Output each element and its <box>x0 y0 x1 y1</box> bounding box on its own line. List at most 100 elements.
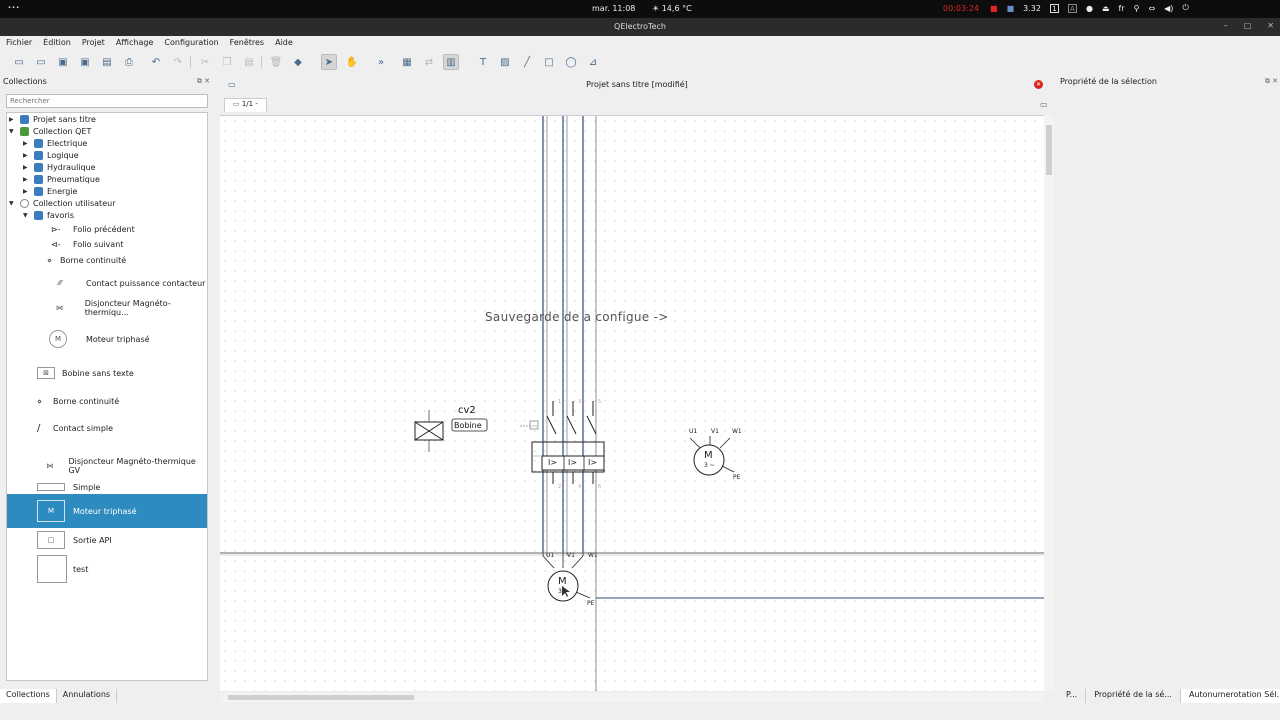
maximize-icon[interactable]: □ <box>1244 21 1252 30</box>
collection-search-input[interactable] <box>6 94 208 108</box>
vertical-scrollbar[interactable] <box>1044 115 1054 691</box>
collection-item-simple[interactable]: Simple <box>7 481 207 493</box>
paste-icon[interactable]: ▤ <box>241 54 257 70</box>
tab-propriete-selection[interactable]: Propriété de la sé... <box>1086 689 1181 703</box>
select-tool-icon[interactable]: ➤ <box>321 54 337 70</box>
collection-item-disjoncteur[interactable]: ⋈ Disjoncteur Magnéto-thermiqu... <box>7 297 207 319</box>
export-icon[interactable]: ▤ <box>99 54 115 70</box>
tree-item-energie[interactable]: ▶ Energie <box>7 185 207 197</box>
line-tool-icon[interactable]: ╱ <box>519 54 535 70</box>
weather-indicator[interactable]: ☀ 14,6 °C <box>652 4 692 13</box>
open-project-icon[interactable]: ▭ <box>33 54 49 70</box>
collection-item-moteur-selected[interactable]: M Moteur triphasé <box>7 494 207 528</box>
ellipse-tool-icon[interactable]: ◯ <box>563 54 579 70</box>
menu-configuration[interactable]: Configuration <box>164 36 223 50</box>
conductor-icon[interactable]: ⇄ <box>421 54 437 70</box>
close-icon[interactable]: ✕ <box>1267 21 1274 30</box>
zoom-fit-icon[interactable]: ▦ <box>399 54 415 70</box>
hand-tool-icon[interactable]: ✋ <box>344 54 360 70</box>
right-panel-tabs: P... Propriété de la sé... Autonumerotat… <box>1058 689 1280 703</box>
tree-item-pneumatique[interactable]: ▶ Pneumatique <box>7 173 207 185</box>
drop-icon[interactable]: ● <box>1086 4 1093 13</box>
coil-tag[interactable]: Bobine <box>454 421 482 430</box>
main-toolbar: ▭ ▭ ▣ ▣ ▤ ⎙ ↶ ↷ ✂ ❐ ▤ 🗑 ◆ ➤ ✋ » ▦ ⇄ ▥ T … <box>0 51 1280 73</box>
test-icon <box>37 555 67 583</box>
svg-text:2: 2 <box>558 484 561 490</box>
collection-item-borne-continuite[interactable]: ⋄ Borne continuité <box>7 253 207 267</box>
tree-item-hydraulique[interactable]: ▶ Hydraulique <box>7 161 207 173</box>
tree-item-collection-qet[interactable]: ▼ Collection QET <box>7 125 207 137</box>
tab-p[interactable]: P... <box>1058 689 1087 703</box>
breaker-symbol[interactable]: 1 3 5 2 4 6 <box>520 399 605 490</box>
new-project-icon[interactable]: ▭ <box>11 54 27 70</box>
left-panel-tabs: Collections Annulations <box>0 689 214 703</box>
redo-icon[interactable]: ↷ <box>170 54 186 70</box>
collection-item-bobine[interactable]: ⊠ Bobine sans texte <box>7 365 207 381</box>
diagram-note[interactable]: Sauvegarde de a configue -> <box>485 310 669 324</box>
workspace-a-icon[interactable]: A <box>1067 3 1077 13</box>
tab-annulations[interactable]: Annulations <box>57 689 118 703</box>
grid-toggle-icon[interactable]: ▥ <box>443 54 459 70</box>
eject-icon[interactable]: ⏏ <box>1102 4 1110 13</box>
location-icon[interactable]: ⚲ <box>1134 4 1140 13</box>
language-indicator[interactable]: fr <box>1118 4 1124 13</box>
collection-item-test[interactable]: test <box>7 554 207 584</box>
add-image-icon[interactable]: ▨ <box>497 54 513 70</box>
volume-icon[interactable]: ◀) <box>1164 4 1173 13</box>
tab-collections[interactable]: Collections <box>0 689 57 703</box>
folio-add-icon[interactable]: ▭ <box>1040 100 1048 109</box>
rotate-icon[interactable]: ◆ <box>290 54 306 70</box>
rectangle-tool-icon[interactable]: □ <box>541 54 557 70</box>
save-as-icon[interactable]: ▣ <box>77 54 93 70</box>
collection-item-folio-suivant[interactable]: ⊲- Folio suivant <box>7 237 207 251</box>
collection-item-borne-continuite-2[interactable]: ⋄ Borne continuité <box>7 393 207 409</box>
more-tools-icon[interactable]: » <box>373 54 389 70</box>
undo-icon[interactable]: ↶ <box>148 54 164 70</box>
network-icon[interactable]: ⇔ <box>1148 4 1155 13</box>
system-tray: ■ ■ 3.32 1 A ● ⏏ fr ⚲ ⇔ ◀) ⏻ <box>990 3 1189 13</box>
add-text-icon[interactable]: T <box>475 54 491 70</box>
copy-icon[interactable]: ❐ <box>219 54 235 70</box>
power-icon[interactable]: ⏻ <box>1182 3 1188 13</box>
print-icon[interactable]: ⎙ <box>121 54 137 70</box>
tree-item-collection-utilisateur[interactable]: ▼ Collection utilisateur <box>7 197 207 209</box>
tree-item-electrique[interactable]: ▶ Electrique <box>7 137 207 149</box>
menu-projet[interactable]: Projet <box>82 36 110 50</box>
recording-timer[interactable]: 00:03:24 <box>943 4 979 13</box>
collection-item-moteur[interactable]: M Moteur triphasé <box>7 325 207 353</box>
tree-item-favoris[interactable]: ▼ favoris <box>7 209 207 221</box>
collection-item-sortie-api[interactable]: □ Sortie API <box>7 529 207 551</box>
system-clock[interactable]: mar. 11:08 <box>592 4 635 13</box>
coil-symbol[interactable] <box>414 410 488 452</box>
collection-item-contact-puissance[interactable]: ⁄⁄⁄ Contact puissance contacteur <box>7 272 207 294</box>
menu-affichage[interactable]: Affichage <box>116 36 159 50</box>
collection-item-folio-precedent[interactable]: ⊳- Folio précédent <box>7 222 207 236</box>
collection-item-contact-simple[interactable]: / Contact simple <box>7 419 207 437</box>
motor1-pe: PE <box>733 474 741 481</box>
cut-icon[interactable]: ✂ <box>197 54 213 70</box>
collection-item-disjoncteur-gv[interactable]: ⋈ Disjoncteur Magnéto-thermique GV <box>7 453 207 479</box>
breaker-trip-1: I> <box>548 458 558 467</box>
panel-float-close-icon[interactable]: ⧉ ✕ <box>1265 77 1278 86</box>
workspace-1-icon[interactable]: 1 <box>1049 3 1059 13</box>
screencast-icon[interactable]: ■ <box>990 4 998 13</box>
minimize-icon[interactable]: – <box>1224 21 1228 30</box>
menu-edition[interactable]: Édition <box>43 36 76 50</box>
cpu-load[interactable]: 3.32 <box>1023 4 1041 13</box>
activities-button[interactable]: ··· <box>8 3 20 12</box>
save-icon[interactable]: ▣ <box>55 54 71 70</box>
panel-float-close-icon[interactable]: ⧉ ✕ <box>197 77 210 86</box>
folio-tab[interactable]: ▭ 1/1 - <box>224 98 267 112</box>
tab-autonumerotation[interactable]: Autonumerotation Sél... <box>1180 689 1280 703</box>
close-document-icon[interactable]: ✕ <box>1034 80 1043 89</box>
tree-item-logique[interactable]: ▶ Logique <box>7 149 207 161</box>
diagram-canvas[interactable]: 1 3 5 2 4 6 Sauvegarde de a configue -> … <box>220 115 1044 691</box>
menu-fenetres[interactable]: Fenêtres <box>230 36 269 50</box>
menu-fichier[interactable]: Fichier <box>6 36 37 50</box>
horizontal-scrollbar[interactable] <box>220 693 1044 702</box>
coil-label[interactable]: cv2 <box>458 405 476 416</box>
polygon-tool-icon[interactable]: ⊿ <box>585 54 601 70</box>
tree-item-projet[interactable]: ▶ Projet sans titre <box>7 113 207 125</box>
delete-icon[interactable]: 🗑 <box>268 54 284 70</box>
menu-aide[interactable]: Aide <box>275 36 298 50</box>
